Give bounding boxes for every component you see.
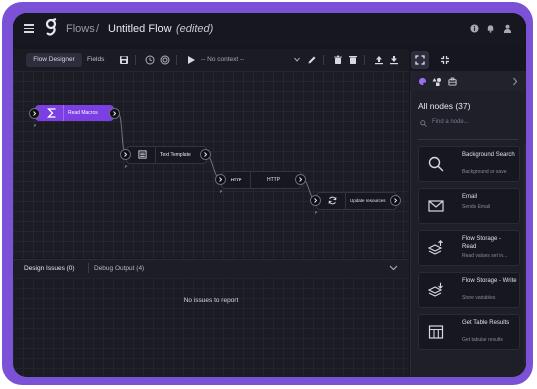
panel-divider [418, 139, 518, 140]
node-card-background-search[interactable]: Background Search Background or save [418, 146, 520, 182]
http-badge: HTTP [231, 177, 242, 182]
node-text-template[interactable]: Text Template [126, 146, 207, 164]
node-update-resources[interactable]: Update resources [316, 192, 397, 210]
node-output-port[interactable] [109, 108, 120, 119]
storage-read-icon [428, 240, 443, 255]
app-window: Flows / Untitled Flow (edited) Flow Desi… [13, 13, 526, 377]
chevron-right-icon[interactable] [512, 77, 518, 86]
node-divider [155, 147, 156, 163]
card-description: Sends Email [462, 204, 491, 210]
bottom-panel-body [13, 278, 409, 377]
node-sub-label: P [34, 124, 37, 128]
node-library-tabs [410, 71, 526, 91]
email-icon [428, 200, 444, 212]
node-input-port[interactable] [215, 174, 226, 185]
search-icon [420, 120, 427, 127]
node-divider [250, 172, 251, 188]
node-output-port[interactable] [390, 195, 401, 206]
card-title: Background Search [462, 152, 515, 158]
node-sub-label: P [315, 211, 318, 215]
card-title: Get Table Results [462, 320, 510, 326]
card-description: Background or save [462, 169, 507, 175]
node-sub-label: P [220, 190, 223, 194]
node-input-port[interactable] [310, 195, 321, 206]
empty-message: No issues to report [183, 297, 239, 304]
node-divider [345, 193, 346, 209]
node-card-email[interactable]: Email Sends Email [418, 188, 520, 224]
shapes-icon[interactable] [432, 77, 442, 86]
card-description: Store variables [462, 295, 496, 301]
node-label: HTTP [267, 177, 281, 183]
node-card-flow-storage-write[interactable]: Flow Storage - Write Store variables [418, 272, 520, 308]
refresh-icon [328, 196, 337, 205]
sigma-icon [47, 108, 56, 118]
card-description: Get tabular results [462, 337, 503, 343]
storage-write-icon [428, 282, 443, 297]
node-label: Text Template [160, 152, 191, 158]
node-divider [63, 105, 64, 121]
node-connections [117, 112, 317, 201]
node-library-title: All nodes (37) [418, 101, 471, 111]
card-title: Email [462, 194, 478, 200]
scrollbar[interactable] [524, 143, 526, 363]
card-title: Flow Storage - Write [462, 278, 517, 284]
node-http[interactable]: HTTP HTTP [221, 171, 302, 189]
chevron-down-icon[interactable] [389, 265, 398, 271]
bell-icon[interactable] [486, 24, 495, 33]
tab-divider [88, 263, 89, 273]
palette-icon[interactable] [418, 77, 427, 86]
node-label: Read Macros [68, 110, 98, 116]
node-read-macros[interactable]: Read Macros [35, 105, 114, 121]
node-input-port[interactable] [120, 149, 131, 160]
node-card-get-table-results[interactable]: Get Table Results Get tabular results [418, 314, 520, 350]
card-title: Flow Storage - Read [462, 236, 502, 250]
template-icon [138, 150, 147, 159]
search-placeholder: Find a node... [432, 119, 469, 125]
node-output-port[interactable] [200, 149, 211, 160]
user-icon[interactable] [503, 24, 512, 33]
search-icon [428, 156, 444, 172]
collapse-icon[interactable] [440, 55, 450, 65]
tab-design-issues[interactable]: Design Issues (0) [24, 265, 75, 272]
briefcase-icon[interactable] [448, 77, 457, 86]
node-label: Update resources [350, 198, 386, 203]
tab-debug-output[interactable]: Debug Output (4) [94, 265, 144, 272]
table-icon [428, 325, 444, 339]
node-card-flow-storage-read[interactable]: Flow Storage - Read Read values set in..… [418, 230, 520, 266]
info-icon[interactable] [470, 24, 479, 33]
node-input-port[interactable] [29, 108, 40, 119]
node-search-input[interactable]: Find a node... [418, 117, 518, 131]
card-description: Read values set in... [462, 253, 508, 259]
expand-button[interactable] [411, 51, 429, 69]
node-sub-label: P [125, 165, 128, 169]
node-output-port[interactable] [295, 174, 306, 185]
expand-icon [415, 55, 425, 65]
